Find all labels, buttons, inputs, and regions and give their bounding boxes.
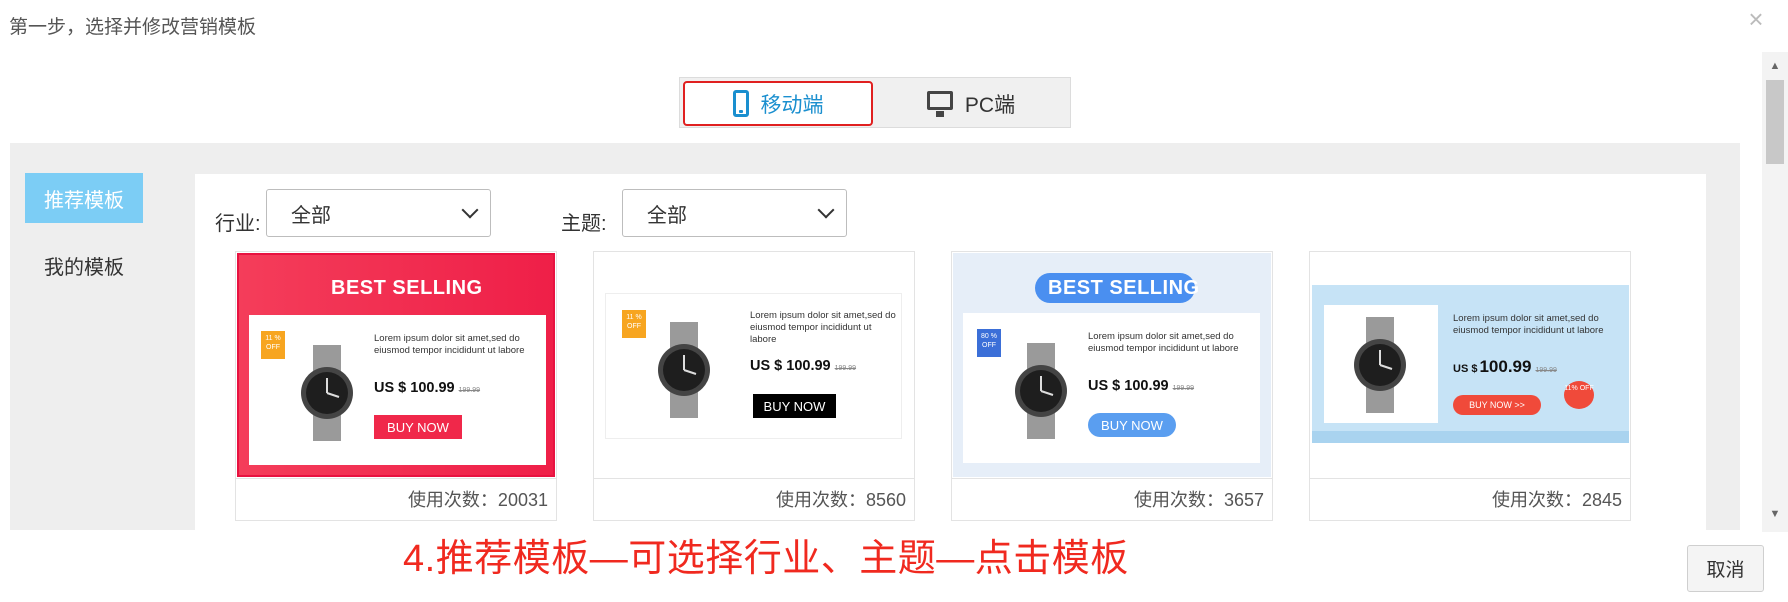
- usage-count: 使用次数：3657: [952, 478, 1272, 521]
- preview-badge: 80 % OFF: [977, 329, 1001, 357]
- close-icon[interactable]: ×: [1743, 6, 1769, 32]
- template-preview: Lorem ipsum dolor sit amet,sed do eiusmo…: [1311, 253, 1629, 477]
- preview-price: US $ 100.99 199.99: [750, 358, 857, 374]
- usage-count: 使用次数：20031: [236, 478, 556, 521]
- cancel-button[interactable]: 取消: [1687, 545, 1764, 592]
- template-card[interactable]: 11 % OFF Lorem ipsum dolor sit amet,sed …: [593, 251, 915, 521]
- dialog-title: 第一步，选择并修改营销模板: [9, 17, 257, 38]
- sidebar-item-my-templates[interactable]: 我的模板: [25, 240, 143, 290]
- scroll-up-arrow-icon[interactable]: ▲: [1762, 56, 1788, 76]
- watch-image: [1354, 317, 1406, 413]
- preview-background: Lorem ipsum dolor sit amet,sed do eiusmo…: [1312, 285, 1629, 443]
- preview-description: Lorem ipsum dolor sit amet,sed do eiusmo…: [750, 310, 896, 345]
- usage-count: 使用次数：2845: [1310, 478, 1630, 521]
- watch-image: [301, 345, 353, 441]
- template-panel: 推荐模板 我的模板 行业: 全部 主题: 全部 BEST SELLING 11 …: [10, 143, 1740, 530]
- industry-filter-label: 行业:: [215, 213, 261, 235]
- preview-price: US $100.99 199.99: [1453, 357, 1557, 376]
- template-list: 行业: 全部 主题: 全部 BEST SELLING 11 % OFF Lore…: [195, 174, 1706, 530]
- instruction-annotation: 4.推荐模板—可选择行业、主题—点击模板: [403, 538, 1129, 580]
- preview-headline: BEST SELLING: [331, 277, 483, 299]
- preview-buy-button: BUY NOW: [1088, 413, 1176, 437]
- vertical-scrollbar[interactable]: ▲ ▼: [1762, 52, 1788, 532]
- preview-product-box: [1324, 305, 1438, 423]
- preview-price: US $ 100.99 199.99: [374, 380, 481, 396]
- chevron-down-icon: [461, 201, 479, 219]
- preview-badge: 11 % OFF: [622, 310, 646, 338]
- tab-mobile-label: 移动端: [760, 93, 824, 117]
- preview-description: Lorem ipsum dolor sit amet,sed do eiusmo…: [374, 333, 525, 356]
- template-preview: BEST SELLING 11 % OFF Lorem ipsum dolor …: [237, 253, 555, 477]
- template-dialog: 第一步，选择并修改营销模板 × ▲ ▼ 移动端 PC端 推荐模板 我的模板 行业…: [0, 0, 1788, 602]
- preview-shelf: [1312, 431, 1629, 443]
- watch-image: [1015, 343, 1067, 439]
- preview-badge: 11% OFF: [1564, 381, 1594, 409]
- mobile-phone-icon: [732, 90, 749, 117]
- template-card[interactable]: BEST SELLING 11 % OFF Lorem ipsum dolor …: [235, 251, 557, 521]
- usage-count: 使用次数：8560: [594, 478, 914, 521]
- template-card[interactable]: Lorem ipsum dolor sit amet,sed do eiusmo…: [1309, 251, 1631, 521]
- theme-filter-label: 主题:: [561, 213, 607, 235]
- theme-select-value: 全部: [647, 204, 687, 227]
- device-toggle: 移动端 PC端: [679, 77, 1071, 128]
- scroll-down-arrow-icon[interactable]: ▼: [1762, 504, 1788, 524]
- preview-product-box: 11 % OFF Lorem ipsum dolor sit amet,sed …: [605, 293, 902, 439]
- preview-badge: 11 % OFF: [261, 331, 285, 359]
- template-preview: 11 % OFF Lorem ipsum dolor sit amet,sed …: [595, 253, 913, 477]
- preview-product-box: 80 % OFF Lorem ipsum dolor sit amet,sed …: [963, 313, 1260, 463]
- preview-buy-button: BUY NOW: [753, 394, 836, 418]
- preview-headline: BEST SELLING: [1048, 277, 1200, 299]
- preview-description: Lorem ipsum dolor sit amet,sed do eiusmo…: [1088, 331, 1239, 354]
- tab-pc[interactable]: PC端: [876, 81, 1066, 126]
- watch-image: [658, 322, 710, 418]
- industry-select-value: 全部: [291, 204, 331, 227]
- template-card[interactable]: BEST SELLING 80 % OFF Lorem ipsum dolor …: [951, 251, 1273, 521]
- preview-buy-button: BUY NOW: [374, 415, 462, 439]
- preview-product-box: 11 % OFF Lorem ipsum dolor sit amet,sed …: [249, 315, 546, 465]
- preview-buy-button: BUY NOW >>: [1453, 395, 1541, 415]
- sidebar-item-recommended[interactable]: 推荐模板: [25, 173, 143, 223]
- preview-description: Lorem ipsum dolor sit amet,sed do eiusmo…: [1453, 313, 1604, 336]
- preview-price: US $ 100.99 199.99: [1088, 378, 1195, 394]
- theme-select[interactable]: 全部: [622, 189, 847, 237]
- industry-select[interactable]: 全部: [266, 189, 491, 237]
- desktop-monitor-icon: [926, 91, 953, 117]
- scroll-thumb[interactable]: [1766, 80, 1784, 164]
- tab-pc-label: PC端: [964, 93, 1016, 117]
- template-preview: BEST SELLING 80 % OFF Lorem ipsum dolor …: [953, 253, 1271, 477]
- tab-mobile[interactable]: 移动端: [683, 81, 873, 126]
- chevron-down-icon: [817, 201, 835, 219]
